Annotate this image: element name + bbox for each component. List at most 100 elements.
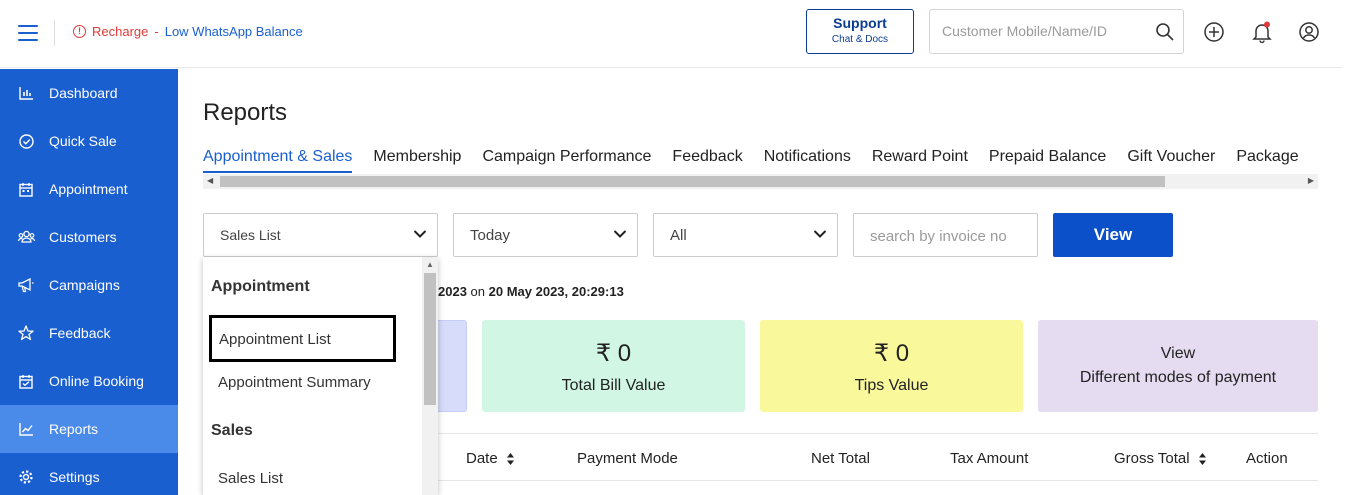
tips-label: Tips Value bbox=[854, 377, 929, 394]
scroll-up-arrow-icon[interactable]: ▲ bbox=[426, 260, 434, 269]
invoice-search[interactable] bbox=[853, 213, 1038, 257]
bar-chart-icon bbox=[17, 84, 35, 102]
report-on-word: on bbox=[470, 284, 486, 299]
check-circle-icon bbox=[17, 132, 35, 150]
dropdown-scrollbar-thumb[interactable] bbox=[424, 273, 436, 405]
col-date[interactable]: Date bbox=[466, 450, 515, 467]
col-gross-total[interactable]: Gross Total bbox=[1114, 450, 1207, 467]
sales-table-header: Date Payment Mode Net Total Tax Amount G… bbox=[438, 433, 1318, 481]
megaphone-icon bbox=[17, 276, 35, 294]
tips-amount: ₹ 0 bbox=[873, 340, 910, 367]
tabs-scrollbar-thumb[interactable] bbox=[220, 176, 1165, 187]
search-icon[interactable] bbox=[1155, 22, 1175, 42]
invoice-search-input[interactable] bbox=[870, 228, 1030, 245]
col-date-label: Date bbox=[466, 450, 498, 467]
report-type-dropdown: Appointment Appointment List Appointment… bbox=[203, 257, 438, 495]
dropdown-item-appointment-list[interactable]: Appointment List bbox=[209, 315, 396, 362]
bell-icon[interactable] bbox=[1251, 21, 1273, 43]
col-net-total-label: Net Total bbox=[811, 450, 870, 467]
sort-icon[interactable] bbox=[1198, 452, 1207, 466]
sidebar-item-label: Feedback bbox=[49, 325, 111, 341]
sidebar-item-quick-sale[interactable]: Quick Sale bbox=[0, 117, 178, 165]
tab-gift-voucher[interactable]: Gift Voucher bbox=[1127, 148, 1215, 171]
tab-appointment-sales[interactable]: Appointment & Sales bbox=[203, 148, 353, 173]
sidebar-item-appointment[interactable]: Appointment bbox=[0, 165, 178, 213]
support-title: Support bbox=[833, 15, 887, 31]
report-type-select[interactable]: Sales List bbox=[203, 213, 438, 257]
col-tax-amount: Tax Amount bbox=[950, 450, 1028, 467]
recharge-prefix: Recharge bbox=[92, 24, 149, 39]
dropdown-item-appointment-summary[interactable]: Appointment Summary bbox=[218, 374, 371, 391]
support-subtitle: Chat & Docs bbox=[831, 34, 889, 45]
sidebar-item-campaigns[interactable]: Campaigns bbox=[0, 261, 178, 309]
sidebar-item-label: Dashboard bbox=[49, 85, 118, 101]
sidebar-item-label: Campaigns bbox=[49, 277, 120, 293]
dropdown-group-sales: Sales bbox=[211, 422, 253, 439]
chevron-down-icon bbox=[613, 230, 627, 238]
payment-modes-label: Different modes of payment bbox=[1079, 369, 1277, 386]
report-date: 2023 bbox=[438, 284, 467, 299]
line-chart-icon bbox=[17, 420, 35, 438]
tab-package[interactable]: Package bbox=[1236, 148, 1298, 171]
col-action-label: Action bbox=[1246, 450, 1288, 467]
period-value: Today bbox=[470, 227, 511, 244]
period-select[interactable]: Today bbox=[453, 213, 638, 257]
customer-search[interactable] bbox=[929, 9, 1184, 54]
sidebar-item-label: Appointment bbox=[49, 181, 128, 197]
report-type-value: Sales List bbox=[220, 227, 281, 243]
report-tabs: Appointment & Sales Membership Campaign Pe… bbox=[203, 148, 1318, 174]
scope-select[interactable]: All bbox=[653, 213, 838, 257]
recharge-separator: - bbox=[154, 24, 159, 39]
sort-icon[interactable] bbox=[506, 452, 515, 466]
col-payment-mode-label: Payment Mode bbox=[577, 450, 678, 467]
gear-icon bbox=[17, 468, 35, 486]
recharge-text[interactable]: Low WhatsApp Balance bbox=[165, 24, 303, 39]
sidebar-item-feedback[interactable]: Feedback bbox=[0, 309, 178, 357]
report-generated-at: 20 May 2023, 20:29:13 bbox=[488, 284, 624, 299]
chevron-down-icon bbox=[413, 230, 427, 238]
dropdown-group-appointment: Appointment bbox=[211, 278, 310, 295]
add-circle-icon[interactable] bbox=[1203, 21, 1225, 43]
recharge-alert[interactable]: ! Recharge - Low WhatsApp Balance bbox=[73, 24, 303, 39]
payment-modes-view[interactable]: View bbox=[1038, 345, 1318, 363]
calendar-check-icon bbox=[17, 372, 35, 390]
sidebar-item-label: Settings bbox=[49, 469, 100, 485]
sidebar-item-reports[interactable]: Reports bbox=[0, 405, 178, 453]
dropdown-scrollbar[interactable]: ▲ bbox=[422, 257, 438, 495]
tabs-scrollbar[interactable]: ◀ ▶ bbox=[203, 174, 1318, 189]
support-button[interactable]: Support Chat & Docs bbox=[806, 9, 914, 54]
star-icon bbox=[17, 324, 35, 342]
tips-card: ₹ 0 Tips Value bbox=[760, 320, 1023, 412]
sidebar-item-label: Customers bbox=[49, 229, 117, 245]
tab-feedback[interactable]: Feedback bbox=[672, 148, 742, 171]
chevron-down-icon bbox=[813, 230, 827, 238]
customer-search-input[interactable] bbox=[942, 23, 1142, 39]
page-title: Reports bbox=[203, 99, 288, 126]
scope-value: All bbox=[670, 227, 687, 244]
payment-modes-card[interactable]: View Different modes of payment bbox=[1038, 320, 1318, 412]
sidebar-item-online-booking[interactable]: Online Booking bbox=[0, 357, 178, 405]
top-header: ! Recharge - Low WhatsApp Balance Suppor… bbox=[0, 0, 1342, 68]
scroll-left-arrow-icon[interactable]: ◀ bbox=[207, 176, 213, 185]
tab-prepaid-balance[interactable]: Prepaid Balance bbox=[989, 148, 1106, 171]
menu-icon[interactable] bbox=[18, 25, 38, 41]
scroll-right-arrow-icon[interactable]: ▶ bbox=[1308, 176, 1314, 185]
col-net-total: Net Total bbox=[811, 450, 870, 467]
col-gross-total-label: Gross Total bbox=[1114, 450, 1190, 467]
tab-campaign-performance[interactable]: Campaign Performance bbox=[482, 148, 651, 171]
sidebar-item-settings[interactable]: Settings bbox=[0, 453, 178, 495]
header-divider bbox=[54, 20, 55, 46]
user-profile-icon[interactable] bbox=[1298, 21, 1320, 43]
alert-info-icon: ! bbox=[73, 25, 86, 38]
dropdown-item-sales-list[interactable]: Sales List bbox=[218, 470, 283, 487]
col-payment-mode: Payment Mode bbox=[577, 450, 678, 467]
sidebar-item-dashboard[interactable]: Dashboard bbox=[0, 69, 178, 117]
calendar-icon bbox=[17, 180, 35, 198]
tab-membership[interactable]: Membership bbox=[373, 148, 461, 171]
view-button[interactable]: View bbox=[1053, 213, 1173, 257]
tab-reward-point[interactable]: Reward Point bbox=[872, 148, 968, 171]
col-tax-amount-label: Tax Amount bbox=[950, 450, 1029, 467]
sidebar-item-customers[interactable]: Customers bbox=[0, 213, 178, 261]
tab-notifications[interactable]: Notifications bbox=[764, 148, 851, 171]
sidebar-item-label: Quick Sale bbox=[49, 133, 117, 149]
